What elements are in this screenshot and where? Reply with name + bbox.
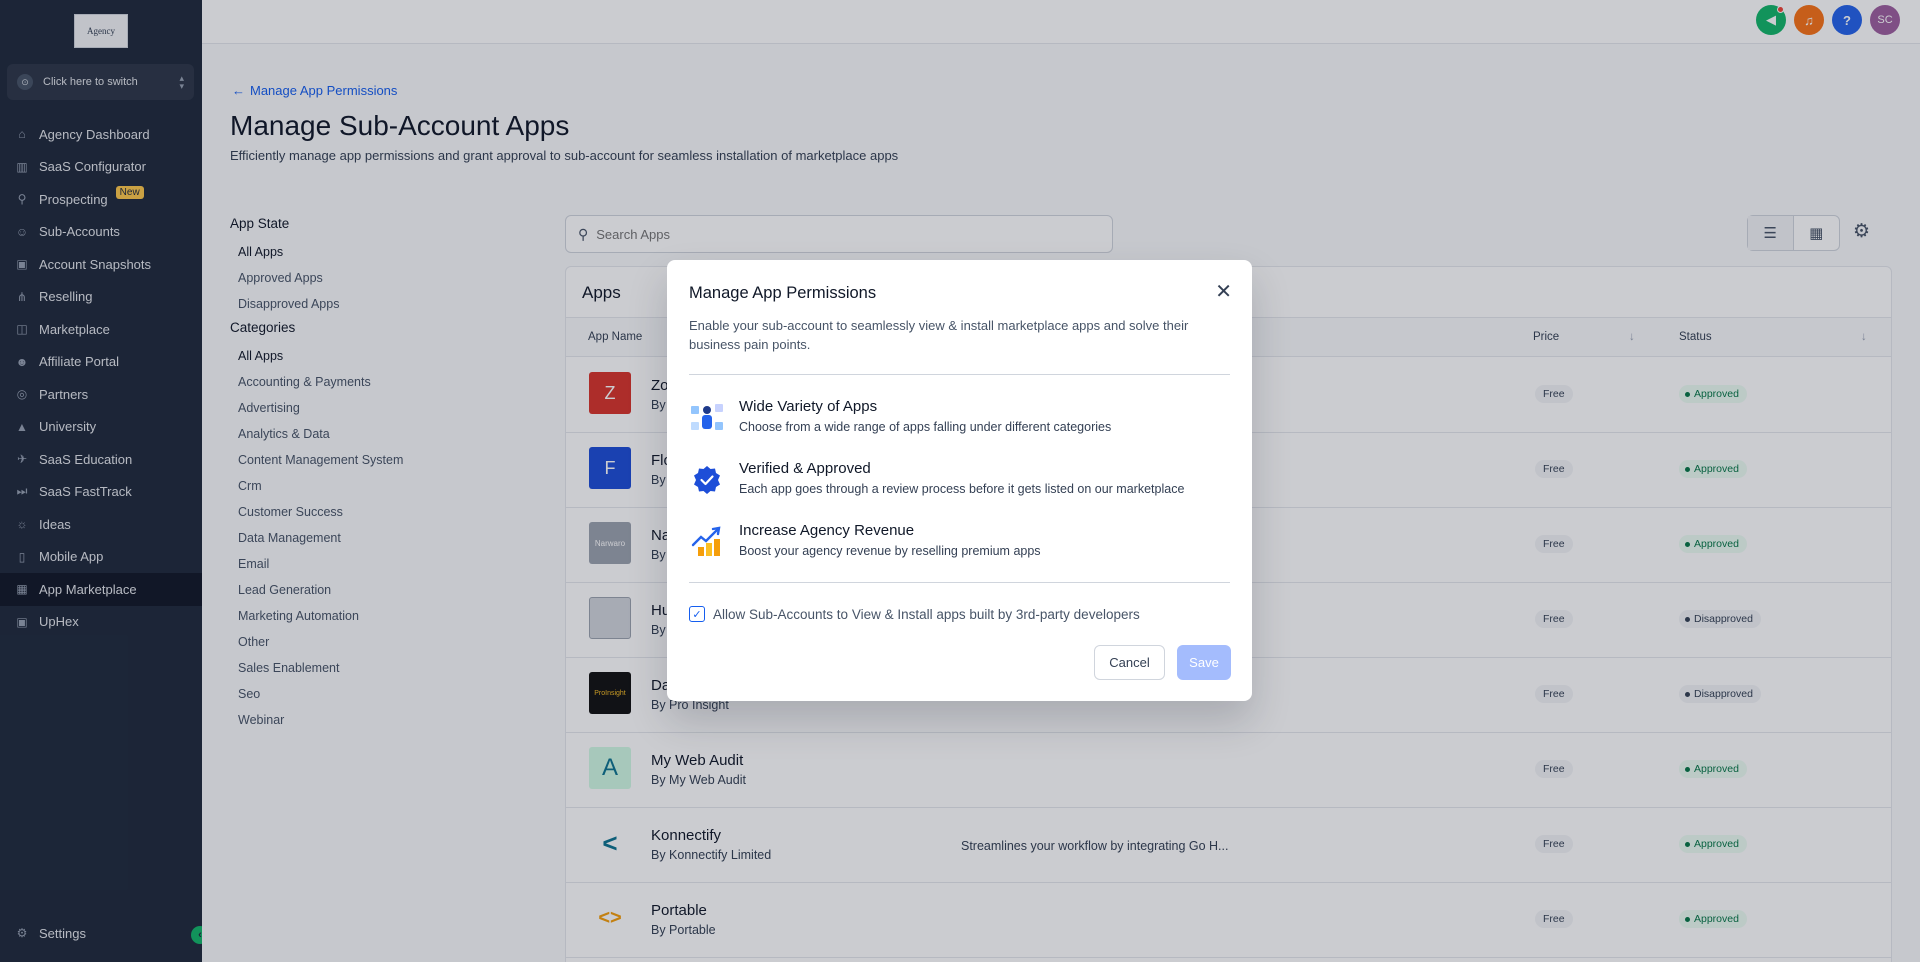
cancel-button[interactable]: Cancel — [1094, 645, 1165, 680]
divider — [689, 374, 1230, 375]
feature-text: Boost your agency revenue by reselling p… — [739, 544, 1041, 558]
verified-badge-icon — [689, 462, 725, 498]
manage-app-permissions-modal: Manage App Permissions ✕ Enable your sub… — [667, 260, 1252, 701]
feature-wide-variety: Wide Variety of Apps Choose from a wide … — [689, 398, 1229, 444]
check-icon: ✓ — [692, 608, 702, 621]
apps-illustration-icon — [689, 400, 725, 436]
modal-description: Enable your sub-account to seamlessly vi… — [689, 318, 1189, 352]
feature-title: Wide Variety of Apps — [739, 398, 878, 415]
checkbox-label: Allow Sub-Accounts to View & Install app… — [713, 606, 1140, 622]
modal-title: Manage App Permissions — [689, 284, 877, 302]
feature-title: Increase Agency Revenue — [739, 522, 915, 539]
allow-third-party-checkbox[interactable]: ✓ — [689, 606, 705, 622]
revenue-growth-icon — [689, 524, 725, 560]
save-button[interactable]: Save — [1177, 645, 1231, 680]
feature-revenue: Increase Agency Revenue Boost your agenc… — [689, 522, 1229, 568]
feature-title: Verified & Approved — [739, 460, 871, 477]
close-button[interactable]: ✕ — [1215, 282, 1232, 302]
feature-text: Each app goes through a review process b… — [739, 482, 1185, 496]
close-icon: ✕ — [1215, 281, 1232, 303]
allow-third-party-row: ✓ Allow Sub-Accounts to View & Install a… — [689, 606, 1140, 622]
feature-verified: Verified & Approved Each app goes throug… — [689, 460, 1229, 506]
divider — [689, 582, 1230, 583]
feature-text: Choose from a wide range of apps falling… — [739, 420, 1112, 434]
